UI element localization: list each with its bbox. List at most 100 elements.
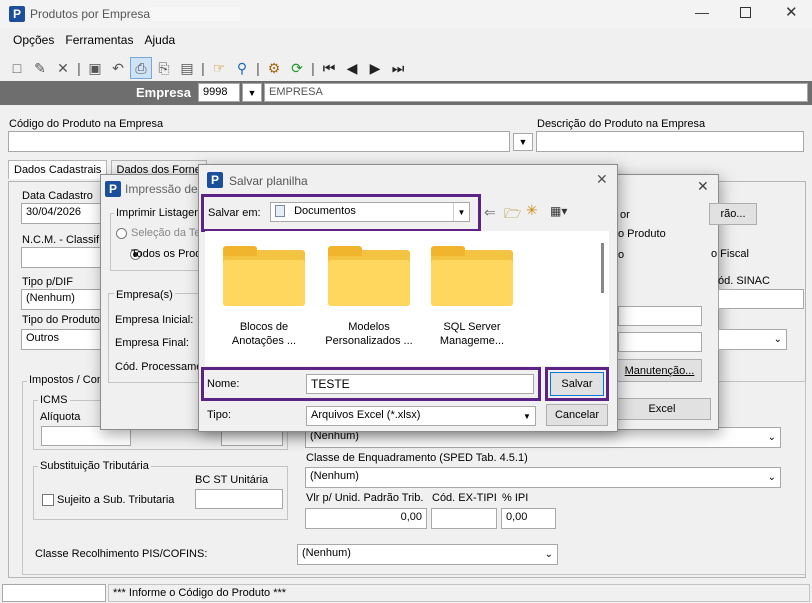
excel-button[interactable]: Excel — [613, 398, 711, 420]
ipi-field[interactable]: 0,00 — [501, 508, 556, 529]
up-folder-icon[interactable]: 🗁 — [504, 203, 521, 227]
folder-item[interactable]: Blocos de Anotações ... — [219, 246, 309, 348]
folder-name: Modelos Personalizados ... — [325, 321, 413, 347]
print-icon[interactable]: ⎙ — [130, 57, 152, 79]
print-field-1[interactable] — [618, 306, 702, 326]
location-combo[interactable]: Documentos ▼ — [270, 202, 470, 222]
new-icon[interactable]: □ — [6, 57, 28, 79]
app-logo-icon: P — [207, 172, 223, 188]
classe-pis-value: (Nenhum) — [302, 547, 351, 559]
cod-extipi-label: Cód. EX-TIPI — [432, 492, 497, 504]
undo-icon[interactable]: ↶ — [107, 57, 129, 79]
salvar-em-label: Salvar em: — [208, 207, 261, 219]
first-record-icon[interactable]: ⏮ — [318, 57, 340, 79]
menu-ferramentas[interactable]: Ferramentas — [61, 30, 137, 50]
view-menu-icon[interactable]: ▦▾ — [550, 204, 567, 218]
settings-icon[interactable]: ⚙ — [263, 57, 285, 79]
print-preview-icon[interactable]: ⎘ — [153, 57, 175, 79]
manutencao-label: Manutenção... — [624, 364, 695, 377]
ncm-field[interactable] — [21, 247, 101, 268]
save-dialog-title: Salvar planilha — [229, 174, 308, 188]
product-code-field[interactable] — [8, 131, 510, 152]
tipo-dif-label: Tipo p/DIF — [22, 276, 73, 288]
previous-record-icon[interactable]: ◀ — [341, 57, 363, 79]
product-desc-field[interactable] — [536, 131, 804, 152]
delete-icon[interactable]: ✕ — [52, 57, 74, 79]
sujeito-checkbox[interactable] — [42, 494, 54, 506]
toolbar: □ ✎ ✕ | ▣ ↶ ⎙ ⎘ ▤ | ☞ ⚲ | ⚙ ⟳ | ⏮ ◀ ▶ ⏭ — [0, 55, 812, 81]
icms-label: ICMS — [38, 394, 70, 406]
tipo-combo[interactable]: Arquivos Excel (*.xlsx) ▼ — [306, 406, 536, 426]
cod-processamento-label: Cód. Processame — [115, 361, 203, 373]
aliquota-label: Alíquota — [40, 411, 81, 423]
nome-field[interactable]: TESTE — [306, 374, 534, 394]
vlr-field[interactable]: 0,00 — [305, 508, 427, 529]
refresh-icon[interactable]: ⟳ — [286, 57, 308, 79]
classe-pis-combo[interactable]: (Nenhum) ⌄ — [297, 544, 558, 565]
imprimir-label: Imprimir Listagem — [114, 207, 206, 219]
data-cadastro-label: Data Cadastro — [22, 190, 93, 202]
minimize-icon[interactable]: — — [695, 4, 709, 20]
back-icon[interactable]: ⇐ — [484, 204, 496, 221]
cod-extipi-field[interactable] — [431, 508, 497, 529]
window-title-blurred — [150, 7, 240, 21]
classe-pis-label: Classe Recolhimento PIS/COFINS: — [35, 548, 208, 560]
menu-ajuda[interactable]: Ajuda — [141, 30, 180, 50]
manutencao-button[interactable]: Manutenção... — [617, 359, 702, 382]
substituicao-label: Substituição Tributária — [38, 460, 151, 472]
scrollbar-thumb[interactable] — [601, 243, 604, 293]
imprimir-group — [110, 213, 210, 271]
ipi-label: % IPI — [502, 492, 529, 504]
sinac-field[interactable] — [718, 289, 804, 309]
product-code-dropdown[interactable]: ▼ — [513, 133, 533, 151]
right-button-1-label: rão... — [720, 208, 746, 220]
tipo-produto-combo[interactable]: Outros — [21, 329, 101, 350]
product-desc-label: Descrição do Produto na Empresa — [537, 118, 706, 130]
next-record-icon[interactable]: ▶ — [364, 57, 386, 79]
new-folder-icon[interactable]: ✳ — [526, 202, 538, 219]
salvar-button[interactable]: Salvar — [550, 372, 604, 396]
close-icon[interactable]: ✕ — [697, 178, 709, 195]
tipo-produto-label: Tipo do Produto — [22, 314, 100, 326]
cancelar-label: Cancelar — [554, 409, 600, 421]
salvar-highlight: Salvar — [545, 367, 609, 401]
right-combo-2[interactable]: ⌄ — [718, 329, 787, 350]
ncm-label: N.C.M. - Classif — [22, 234, 99, 246]
edit-icon[interactable]: ✎ — [29, 57, 51, 79]
bc-st-field[interactable] — [195, 489, 283, 509]
export-icon[interactable]: ▤ — [176, 57, 198, 79]
cancelar-button[interactable]: Cancelar — [546, 404, 608, 426]
classe-enq-label: Classe de Enquadramento (SPED Tab. 4.5.1… — [306, 452, 528, 464]
tab-dados-cadastrais[interactable]: Dados Cadastrais — [8, 160, 108, 179]
product-code-label: Código do Produto na Empresa — [9, 118, 164, 130]
maximize-icon[interactable] — [740, 7, 751, 18]
search-icon[interactable]: ⚲ — [231, 57, 253, 79]
tipo-dif-combo[interactable]: (Nenhum) — [21, 289, 101, 310]
right-button-1[interactable]: rão... — [709, 203, 757, 225]
toolbar-separator: | — [201, 60, 205, 76]
empresas-label: Empresa(s) — [114, 289, 175, 301]
toolbar-separator: | — [256, 60, 260, 76]
chevron-down-icon: ⌄ — [767, 472, 776, 483]
empresa-inicial-label: Empresa Inicial: — [115, 314, 194, 326]
close-icon[interactable]: ✕ — [596, 171, 608, 188]
folder-item[interactable]: Modelos Personalizados ... — [320, 246, 418, 348]
data-cadastro-field[interactable]: 30/04/2026 — [21, 203, 101, 224]
empresa-bar: Empresa 9998 ▼ EMPRESA — [0, 81, 812, 105]
radio-selecao[interactable] — [116, 227, 127, 239]
empresa-code-field[interactable]: 9998 — [198, 83, 240, 102]
empresa-name-field: EMPRESA — [264, 83, 808, 102]
classe-enq-combo[interactable]: (Nenhum) ⌄ — [305, 467, 781, 488]
last-record-icon[interactable]: ⏭ — [387, 57, 409, 79]
close-icon[interactable]: ✕ — [785, 3, 798, 21]
right-text-1: or — [620, 209, 630, 221]
hand-icon[interactable]: ☞ — [208, 57, 230, 79]
folder-item[interactable]: SQL Server Manageme... — [427, 246, 517, 348]
save-icon[interactable]: ▣ — [84, 57, 106, 79]
empresa-dropdown-button[interactable]: ▼ — [242, 83, 262, 102]
menu-opcoes[interactable]: Opções — [9, 30, 58, 50]
toolbar-separator: | — [311, 60, 315, 76]
print-field-2[interactable] — [618, 332, 702, 352]
app-logo-icon: P — [105, 181, 121, 197]
chevron-down-icon: ▼ — [523, 411, 531, 421]
